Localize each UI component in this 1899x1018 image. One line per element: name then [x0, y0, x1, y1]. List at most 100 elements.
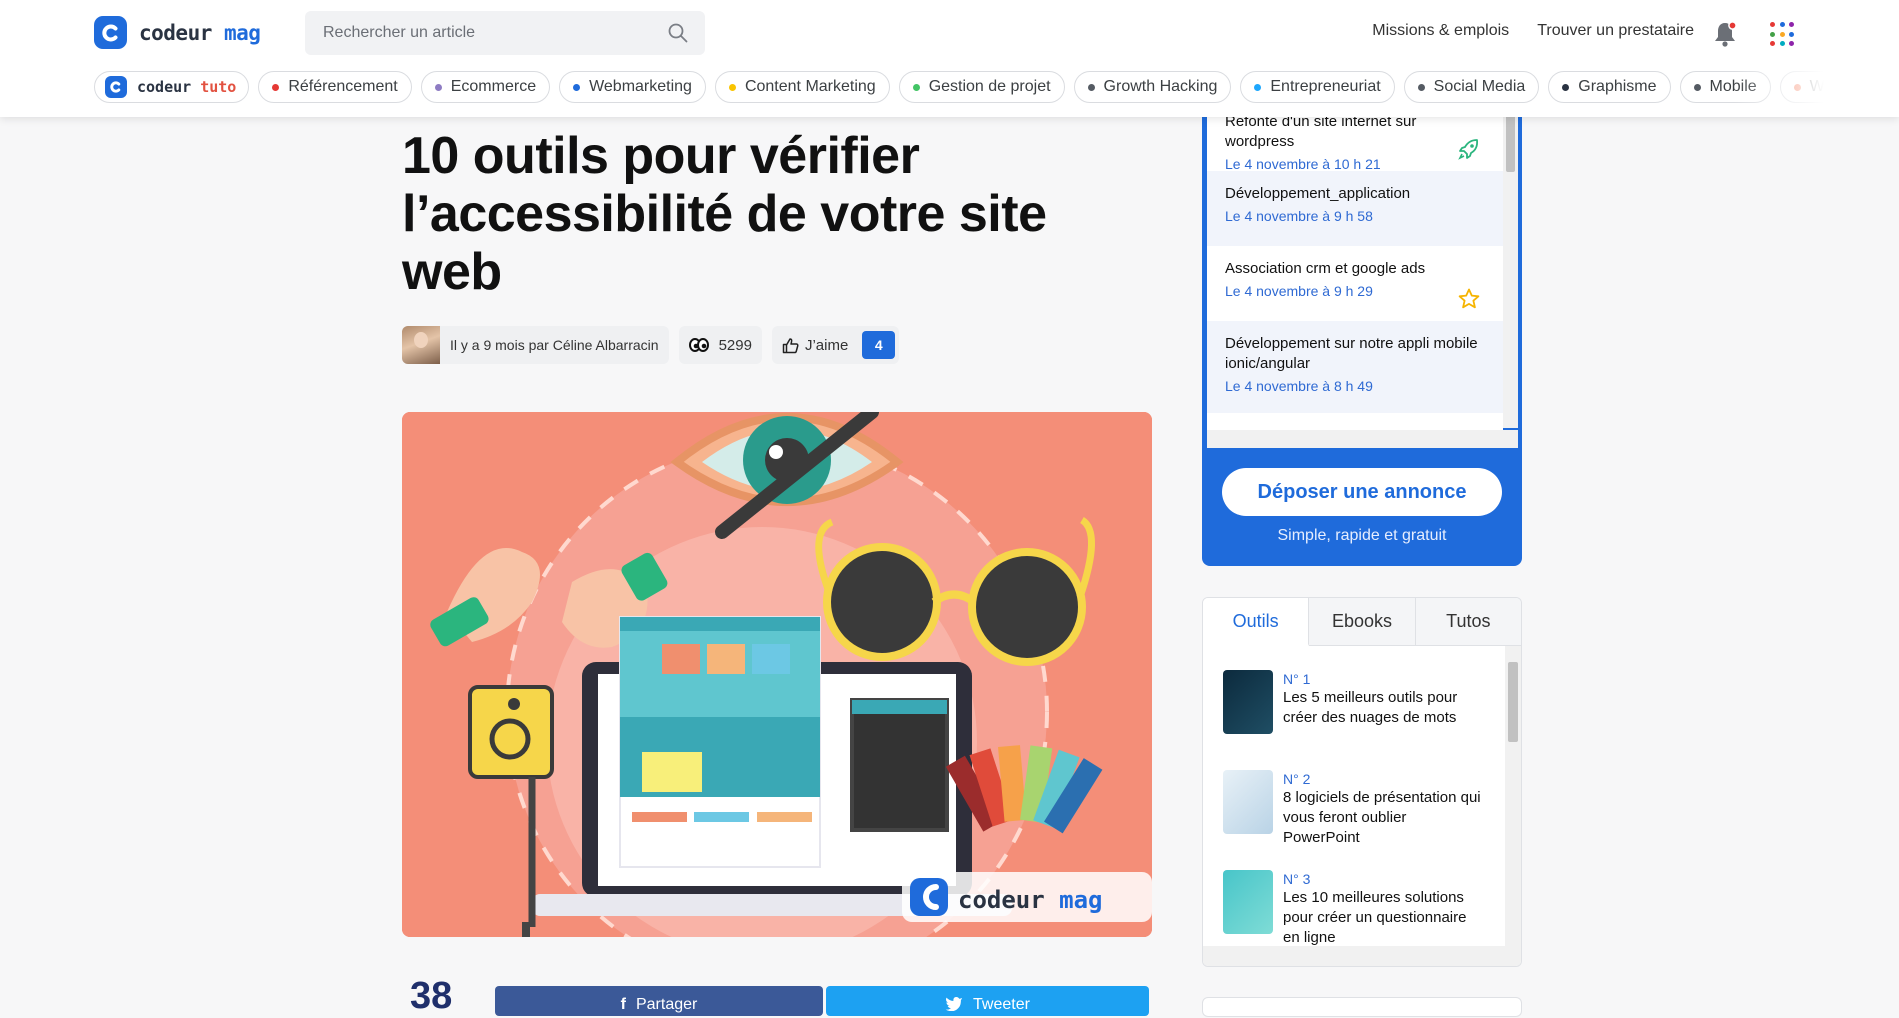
logo-wordmark: codeur mag	[139, 20, 261, 45]
article-title: 10 outils pour vérifier l’accessibilité …	[402, 127, 1047, 301]
annonce-item[interactable]: Développement_application Le 4 novembre …	[1207, 171, 1503, 246]
facebook-share-button[interactable]: f Partager	[495, 986, 823, 1016]
chip-label: Entrepreneuriat	[1270, 78, 1381, 95]
chip-growth-hacking[interactable]: Growth Hacking	[1073, 71, 1232, 103]
tool-thumbnail	[1223, 770, 1273, 834]
annonces-horizontal-scrollbar[interactable]	[1207, 430, 1518, 448]
codeur-mag-logo[interactable]: codeur mag	[94, 16, 261, 49]
annonces-vertical-scrollbar[interactable]	[1503, 96, 1518, 428]
rocket-icon	[1458, 139, 1479, 160]
category-dot	[1417, 83, 1425, 91]
chip-label: Webdesi	[1809, 78, 1824, 95]
star-icon	[1458, 288, 1480, 309]
chip-social-media[interactable]: Social Media	[1403, 71, 1540, 103]
apps-grid-dot	[1779, 41, 1785, 46]
apps-grid-dot	[1779, 31, 1785, 37]
annonce-date: Le 4 novembre à 10 h 21	[1225, 156, 1381, 172]
author-name[interactable]: Céline Albarracin	[553, 337, 659, 353]
bell-icon[interactable]	[1712, 20, 1738, 48]
chip-label: Ecommerce	[450, 78, 537, 95]
views-count: 5299	[718, 336, 752, 354]
search-icon[interactable]	[667, 22, 689, 44]
annonce-title: Association crm et google ads	[1225, 260, 1426, 277]
annonce-title: Refonte d'un site internet sur wordpress	[1225, 113, 1417, 150]
chip-referencement[interactable]: Référencement	[258, 71, 412, 103]
annonce-title: Développement_application	[1225, 185, 1411, 202]
chip-mobile[interactable]: Mobile	[1679, 71, 1771, 103]
search-input[interactable]	[321, 23, 667, 43]
eyes-icon	[688, 338, 709, 352]
apps-grid-icon[interactable]	[1770, 22, 1794, 46]
apps-grid-dot	[1789, 41, 1794, 46]
annonces-list: Refonte d'un site internet sur wordpress…	[1207, 96, 1503, 448]
tabs-horizontal-scrollbar[interactable]	[1203, 946, 1521, 966]
facebook-share-label: Partager	[635, 996, 698, 1013]
annonce-date: Le 4 novembre à 8 h 49	[1225, 378, 1373, 394]
chip-label: Référencement	[288, 78, 398, 95]
author-avatar	[402, 326, 440, 364]
annonce-item[interactable]: Développement sur notre appli mobile ion…	[1207, 321, 1503, 413]
tool-thumbnail	[1223, 870, 1273, 934]
tool-title: 8 logiciels de présentation qui vous fer…	[1283, 789, 1481, 846]
thumbs-up-icon	[782, 337, 799, 353]
accessibility-illustration: codeur mag	[402, 412, 1152, 937]
chip-label: Social Media	[1433, 78, 1526, 95]
chip-label: Growth Hacking	[1103, 78, 1218, 95]
tab-outils[interactable]: Outils	[1203, 598, 1310, 646]
apps-grid-dot	[1789, 22, 1794, 27]
chip-label: Content Marketing	[744, 78, 876, 95]
twitter-icon	[945, 996, 963, 1011]
chip-graphisme[interactable]: Graphisme	[1548, 71, 1671, 103]
apps-grid-dot	[1779, 22, 1785, 27]
hero-illustration: codeur mag	[402, 412, 1152, 937]
codeur-logo-icon	[94, 16, 127, 49]
views-box: 5299	[678, 326, 762, 364]
post-annonce-subtitle: Simple, rapide et gratuit	[1277, 527, 1447, 544]
chip-gestion-de-projet[interactable]: Gestion de projet	[898, 71, 1065, 103]
like-button[interactable]: J’aime 4	[771, 326, 900, 364]
annonce-date: Le 4 novembre à 9 h 58	[1225, 208, 1373, 224]
chip-label: Graphisme	[1578, 78, 1657, 95]
tabs-vertical-scrollbar[interactable]	[1505, 646, 1521, 946]
nav-link-missions[interactable]: Missions & emplois	[1372, 22, 1509, 40]
apps-grid-dot	[1789, 31, 1794, 37]
search-bar	[305, 11, 705, 55]
twitter-share-label: Tweeter	[973, 996, 1030, 1013]
chip-webmarketing[interactable]: Webmarketing	[559, 71, 706, 103]
like-label: J’aime	[804, 336, 849, 354]
category-dot	[1254, 83, 1262, 91]
tab-ebooks[interactable]: Ebooks	[1309, 598, 1416, 645]
twitter-share-button[interactable]: Tweeter	[826, 986, 1149, 1016]
scrollbar-thumb[interactable]	[1508, 662, 1518, 742]
apps-grid-dot	[1770, 31, 1775, 37]
chip-ecommerce[interactable]: Ecommerce	[420, 71, 551, 103]
annonce-item[interactable]: Association crm et google ads Le 4 novem…	[1207, 246, 1503, 321]
next-sidebar-card	[1202, 997, 1522, 1017]
notification-dot	[1728, 21, 1737, 30]
category-dot	[1087, 83, 1095, 91]
tool-item[interactable]: N° 1 Les 5 meilleurs outils pour créer d…	[1223, 670, 1483, 734]
chip-content-marketing[interactable]: Content Marketing	[714, 71, 890, 103]
tab-tutos[interactable]: Tutos	[1416, 598, 1521, 645]
chip-codeur-tuto[interactable]: codeur tuto	[94, 71, 250, 103]
codeur-tuto-wordmark: codeur tuto	[137, 78, 237, 96]
share-count: 38	[410, 975, 453, 1017]
post-annonce-button[interactable]: Déposer une annonce	[1222, 468, 1502, 516]
author-box[interactable]: Il y a 9 mois par Céline Albarracin	[402, 326, 669, 364]
tool-item[interactable]: N° 2 8 logiciels de présentation qui vou…	[1223, 770, 1483, 848]
annonce-date: Le 4 novembre à 9 h 29	[1225, 283, 1373, 299]
chip-webdesign[interactable]: Webdesi	[1779, 71, 1824, 103]
watermark-text: codeur mag	[958, 886, 1103, 914]
category-bar: codeur tuto Référencement Ecommerce Webm…	[94, 71, 1824, 105]
resources-tabs: Outils Ebooks Tutos	[1203, 598, 1521, 646]
chip-label: Webmarketing	[589, 78, 692, 95]
tool-item[interactable]: N° 3 Les 10 meilleures solutions pour cr…	[1223, 870, 1483, 948]
tool-rank: N° 1	[1283, 671, 1311, 687]
category-dot	[573, 83, 581, 91]
category-dot	[1562, 83, 1570, 91]
nav-link-prestataire[interactable]: Trouver un prestataire	[1537, 22, 1694, 40]
tool-rank: N° 2	[1283, 771, 1311, 787]
top-nav: Missions & emplois Trouver un prestatair…	[1372, 22, 1694, 40]
chip-entrepreneuriat[interactable]: Entrepreneuriat	[1240, 71, 1395, 103]
like-count: 4	[862, 331, 896, 359]
